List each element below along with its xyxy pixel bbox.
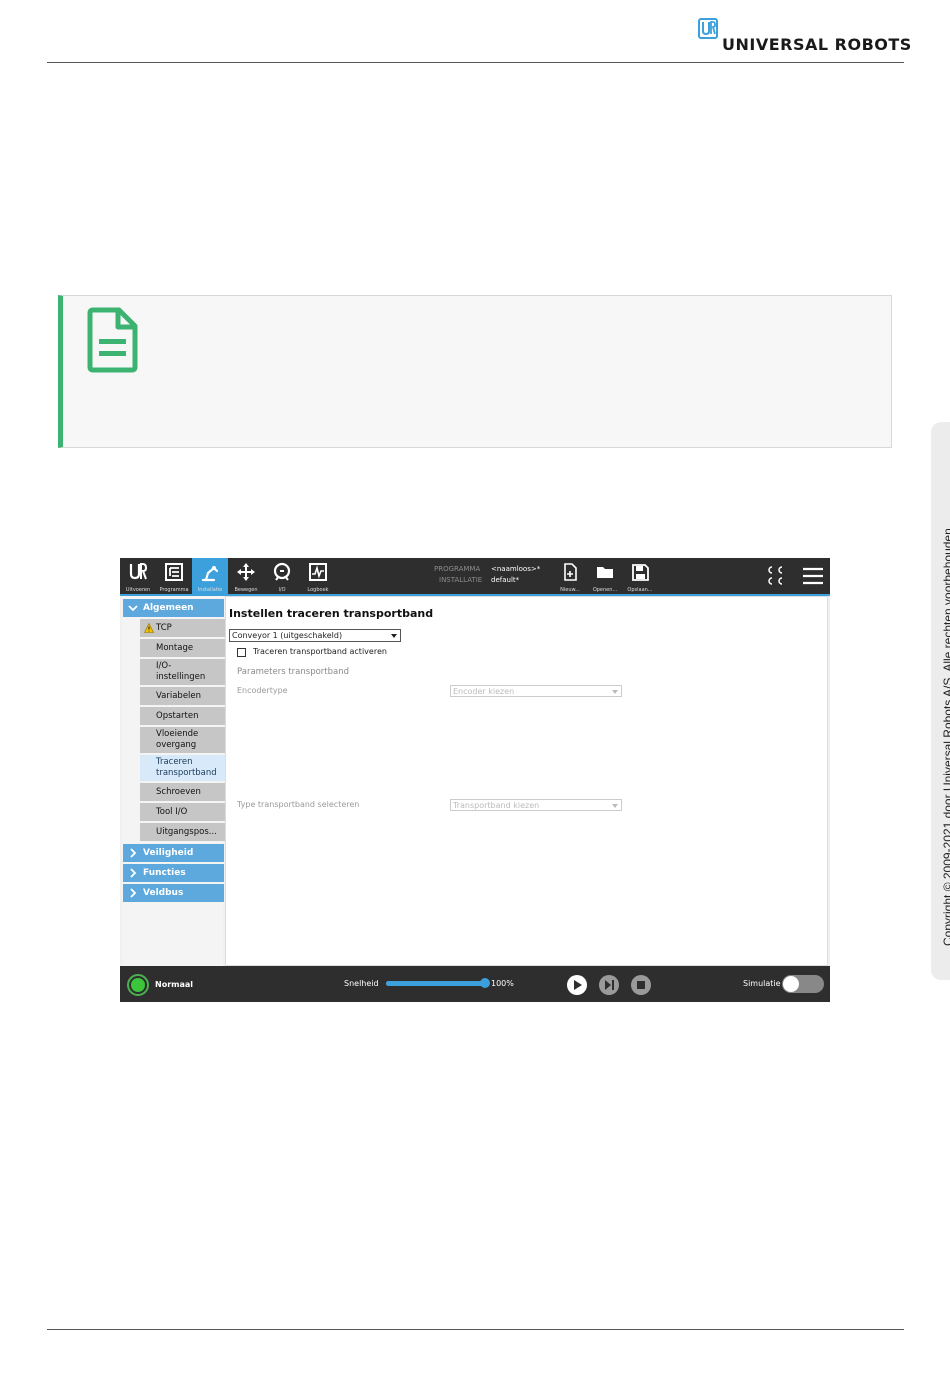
nav-item-home[interactable]: Uitgangspos... [140, 823, 225, 841]
nav-item-screwing[interactable]: Schroeven [140, 783, 225, 801]
logo-text: UNIVERSAL ROBOTS [722, 35, 912, 54]
speed-slider-fill [386, 981, 486, 986]
play-icon[interactable] [566, 974, 588, 996]
chevron-right-icon [130, 848, 137, 858]
open-button[interactable]: Openen... [587, 558, 623, 594]
installation-nav: Algemeen TCP Montage I/O- instellingen V… [122, 596, 225, 966]
conveyor-select[interactable]: Conveyor 1 (uitgeschakeld) [229, 629, 401, 642]
warning-icon [144, 623, 154, 633]
chevron-down-icon [612, 690, 618, 694]
io-icon [273, 562, 291, 581]
header-rule [47, 62, 904, 63]
speed-slider-track[interactable] [386, 978, 490, 988]
conveyor-tracking-panel: Instellen traceren transportband Conveyo… [225, 596, 828, 966]
robot-status-text: Normaal [155, 980, 194, 989]
copyright-text: Copyright © 2009-2021 door Universal Rob… [941, 525, 950, 946]
speed-label: Snelheid [344, 979, 379, 988]
chevron-down-icon [612, 804, 618, 808]
new-button[interactable]: Nieuw... [552, 558, 588, 594]
nav-section-general[interactable]: Algemeen [123, 599, 224, 617]
program-button[interactable]: Programma [156, 558, 192, 594]
new-file-icon [564, 563, 577, 581]
log-graph-icon [309, 563, 327, 581]
nav-section-fieldbus[interactable]: Veldbus [123, 884, 224, 902]
robot-status-icon[interactable] [765, 565, 787, 587]
panel-title: Instellen traceren transportband [229, 607, 434, 620]
nav-item-conveyor-tracking[interactable]: Traceren transportband [140, 755, 225, 781]
encoder-select[interactable]: Encoder kiezen [450, 685, 622, 697]
move-arrows-icon [237, 563, 255, 581]
speed-slider-handle[interactable] [480, 978, 490, 988]
bottom-bar: Normaal Snelheid 100% Simulatie [120, 966, 830, 1002]
enable-tracking-label: Traceren transportband activeren [253, 647, 387, 656]
step-icon[interactable] [598, 974, 620, 996]
nav-item-tool-io[interactable]: Tool I/O [140, 803, 225, 821]
note-box [58, 295, 892, 448]
save-disk-icon [632, 564, 649, 581]
nav-item-smooth-transition[interactable]: Vloeiende overgang [140, 727, 225, 753]
robot-arm-icon [201, 566, 219, 582]
nav-item-variables[interactable]: Variabelen [140, 687, 225, 705]
chevron-right-icon [130, 868, 137, 878]
polyscope-screenshot: Uitvoeren Programma Installatie Bewegen [120, 558, 830, 1002]
ur-logo-icon [698, 18, 718, 39]
hamburger-menu-icon[interactable] [802, 567, 824, 585]
program-label: PROGRAMMA [434, 565, 481, 573]
io-button[interactable]: I/O [264, 558, 300, 594]
stop-icon[interactable] [630, 974, 652, 996]
program-name: <naamloos>* [491, 565, 541, 573]
log-button[interactable]: Logboek [300, 558, 336, 594]
copyright-side-tab: Copyright © 2009-2021 door Universal Rob… [931, 422, 950, 980]
conveyor-type-select[interactable]: Transportband kiezen [450, 799, 622, 811]
simulation-toggle-knob [783, 976, 799, 992]
document-note-icon [87, 307, 138, 373]
nav-section-features[interactable]: Functies [123, 864, 224, 882]
ur-icon [129, 563, 148, 580]
conveyor-type-label: Type transportband selecteren [237, 800, 360, 809]
nav-section-safety[interactable]: Veiligheid [123, 844, 224, 862]
conveyor-params-heading: Parameters transportband [237, 667, 350, 677]
installation-name: default* [491, 576, 520, 584]
chevron-down-icon [128, 605, 138, 612]
footer-rule [47, 1329, 904, 1330]
chevron-right-icon [130, 888, 137, 898]
installation-label: INSTALLATIE [439, 576, 483, 584]
folder-icon [597, 567, 613, 578]
installation-button[interactable]: Installatie [192, 558, 228, 594]
program-tree-icon [165, 563, 183, 581]
run-button[interactable]: Uitvoeren [120, 558, 156, 594]
save-button[interactable]: Opslaan... [622, 558, 658, 594]
universal-robots-logo: UNIVERSAL ROBOTS [698, 18, 911, 54]
top-toolbar: Uitvoeren Programma Installatie Bewegen [120, 558, 830, 594]
simulation-toggle[interactable] [782, 975, 824, 993]
power-status-icon[interactable] [127, 974, 149, 996]
nav-item-mounting[interactable]: Montage [140, 639, 225, 657]
encoder-type-label: Encodertype [237, 686, 288, 695]
copyright-text-svg: Copyright © 2009-2021 door Universal Rob… [941, 525, 950, 946]
speed-value: 100% [491, 979, 514, 988]
simulation-label: Simulatie [743, 979, 781, 988]
enable-tracking-checkbox[interactable] [237, 648, 246, 657]
move-button[interactable]: Bewegen [228, 558, 264, 594]
chevron-down-icon [391, 634, 397, 638]
nav-item-startup[interactable]: Opstarten [140, 707, 225, 725]
nav-item-tcp[interactable]: TCP [140, 619, 225, 637]
nav-item-io-setup[interactable]: I/O- instellingen [140, 659, 225, 685]
